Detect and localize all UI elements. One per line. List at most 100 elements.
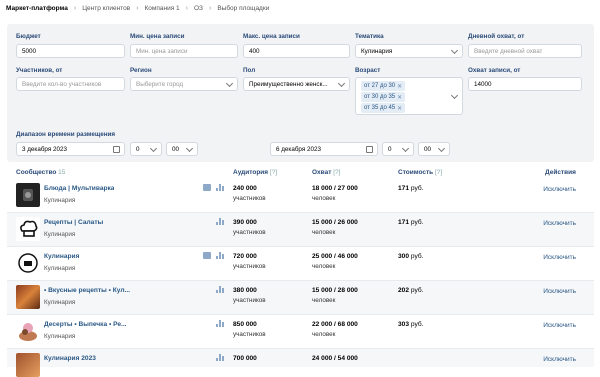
min-price-input[interactable]: Мин. цена записи: [130, 44, 238, 58]
chevron-down-icon: [437, 144, 446, 153]
end-hour-select[interactable]: 0: [382, 142, 414, 156]
chevron-right-icon: ›: [73, 5, 77, 12]
header-audience: Аудитория [?]: [233, 169, 278, 176]
breadcrumb: Маркет-платформа › Центр клиентов › Комп…: [0, 0, 600, 17]
table-row: Блюда | Мультиварка Кулинария 240 000 уч…: [7, 179, 594, 213]
community-avatar[interactable]: [16, 319, 40, 343]
stats-icon[interactable]: [216, 218, 224, 225]
header-community: Сообщество 15: [16, 169, 66, 176]
start-hour-select[interactable]: 0: [130, 142, 162, 156]
message-icon[interactable]: [203, 252, 211, 259]
chevron-down-icon: [185, 144, 194, 153]
cost-value: 171 руб.: [398, 185, 424, 192]
age-tag[interactable]: от 35 до 45 ✕: [361, 103, 406, 113]
breadcrumb-item-clients[interactable]: Центр клиентов: [82, 5, 130, 12]
reach-unit: человек: [312, 195, 336, 202]
calendar-icon[interactable]: [366, 146, 373, 153]
max-price-input[interactable]: 400: [243, 44, 350, 58]
remove-icon[interactable]: ✕: [397, 83, 402, 90]
gender-select[interactable]: Преимущественно женск...: [243, 77, 350, 91]
header-actions: Действия: [545, 169, 576, 176]
remove-icon[interactable]: ✕: [397, 94, 402, 101]
community-name[interactable]: • Вкусные рецепты • Кул...: [44, 287, 130, 294]
community-avatar[interactable]: [16, 183, 40, 207]
community-avatar[interactable]: [16, 251, 40, 275]
table-row: Кулинария 2023 700 000 24 000 / 54 000 И…: [7, 349, 594, 377]
cost-value: 202 руб.: [398, 287, 424, 294]
help-icon[interactable]: [?]: [270, 169, 277, 176]
exclude-button[interactable]: Исключить: [543, 186, 576, 193]
exclude-button[interactable]: Исключить: [543, 254, 576, 261]
help-icon[interactable]: [?]: [435, 169, 442, 176]
budget-input[interactable]: 5000: [16, 44, 125, 58]
filters-panel: Бюджет 5000 Мин. цена записи Мин. цена з…: [7, 24, 594, 162]
audience-value: 720 000: [233, 253, 257, 260]
chevron-right-icon: ›: [185, 5, 188, 12]
community-name[interactable]: Блюда | Мультиварка: [44, 185, 114, 192]
community-topic: Кулинария: [44, 333, 76, 340]
exclude-button[interactable]: Исключить: [543, 322, 576, 329]
breadcrumb-item-oz[interactable]: ОЗ: [194, 5, 203, 12]
help-icon[interactable]: [?]: [333, 169, 340, 176]
reach-value: 24 000 / 54 000: [312, 355, 358, 362]
reach-unit: человек: [312, 297, 336, 304]
min-price-label: Мин. цена записи: [130, 33, 185, 40]
audience-value: 390 000: [233, 219, 257, 226]
topic-label: Тематика: [355, 33, 384, 40]
age-multiselect[interactable]: от 27 до 30 ✕ от 30 до 35 ✕ от 35 до 45 ✕: [355, 77, 463, 115]
audience-unit: участников: [233, 297, 266, 304]
age-tag[interactable]: от 30 до 35 ✕: [361, 92, 406, 102]
community-avatar[interactable]: [16, 353, 40, 377]
header-cost: Стоимость [?]: [398, 169, 443, 176]
breadcrumb-item-current: Выбор площадки: [217, 5, 270, 12]
start-date-input[interactable]: 3 декабря 2023: [16, 142, 125, 156]
community-topic: Кулинария: [44, 265, 76, 272]
chevron-right-icon: ›: [208, 5, 212, 12]
audience-value: 850 000: [233, 321, 257, 328]
daily-reach-label: Дневной охват, от: [468, 33, 525, 40]
max-price-label: Макс. цена записи: [243, 33, 300, 40]
stats-icon[interactable]: [216, 354, 224, 361]
members-input[interactable]: Введите кол-во участников: [16, 77, 125, 91]
community-name[interactable]: Кулинария 2023: [44, 355, 96, 362]
chevron-down-icon: [337, 79, 346, 88]
reach-value: 18 000 / 27 000: [312, 185, 358, 192]
topic-select[interactable]: Кулинария: [355, 44, 463, 58]
end-min-select[interactable]: 00: [418, 142, 450, 156]
end-date-input[interactable]: 6 декабря 2023: [270, 142, 378, 156]
reach-value: 15 000 / 28 000: [312, 287, 358, 294]
header-reach: Охват [?]: [312, 169, 341, 176]
reach-unit: человек: [312, 331, 336, 338]
daily-reach-input[interactable]: Введите дневной охват: [468, 44, 582, 58]
post-reach-input[interactable]: 14000: [468, 77, 582, 91]
members-label: Участников, от: [16, 67, 63, 74]
audience-value: 700 000: [233, 355, 257, 362]
stats-icon[interactable]: [216, 252, 224, 259]
community-name[interactable]: Десерты • Выпечка • Ре...: [44, 321, 127, 328]
audience-unit: участников: [233, 195, 266, 202]
community-avatar[interactable]: [16, 285, 40, 309]
exclude-button[interactable]: Исключить: [543, 356, 576, 363]
community-avatar[interactable]: [16, 217, 40, 241]
region-select[interactable]: Выберите город: [130, 77, 238, 91]
remove-icon[interactable]: ✕: [397, 105, 402, 112]
chevron-down-icon: [401, 144, 410, 153]
stats-icon[interactable]: [216, 184, 224, 191]
stats-icon[interactable]: [216, 320, 224, 327]
stats-icon[interactable]: [216, 286, 224, 293]
exclude-button[interactable]: Исключить: [543, 220, 576, 227]
community-name[interactable]: Кулинария: [44, 253, 79, 260]
audience-unit: участников: [233, 263, 266, 270]
community-name[interactable]: Рецепты | Салаты: [44, 219, 103, 226]
age-tag[interactable]: от 27 до 30 ✕: [361, 81, 406, 91]
breadcrumb-item-company[interactable]: Компания 1: [144, 5, 179, 12]
reach-unit: человек: [312, 263, 336, 270]
reach-value: 22 000 / 68 000: [312, 321, 358, 328]
community-topic: Кулинария: [44, 197, 76, 204]
chevron-down-icon: [149, 144, 158, 153]
calendar-icon[interactable]: [113, 146, 120, 153]
start-min-select[interactable]: 00: [166, 142, 198, 156]
message-icon[interactable]: [203, 184, 211, 191]
exclude-button[interactable]: Исключить: [543, 288, 576, 295]
breadcrumb-item-market[interactable]: Маркет-платформа: [6, 5, 68, 12]
